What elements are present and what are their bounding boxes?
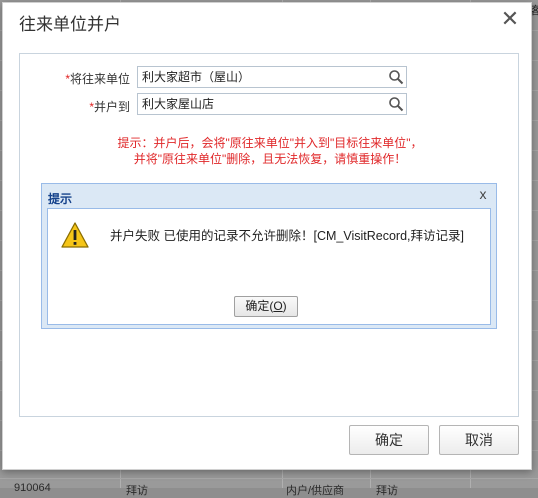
alert-body: 并户失败 已使用的记录不允许删除！[CM_VisitRecord,拜访记录] 确…: [47, 208, 491, 325]
background-cell: 拜访: [126, 485, 148, 497]
dialog-title: 往来单位并户: [19, 15, 121, 34]
alert-close-icon[interactable]: x: [476, 187, 490, 201]
warning-icon: [61, 222, 89, 248]
hint-line-1: 提示：并户后，会将"原往来单位"并入到"目标往来单位"，: [117, 136, 423, 150]
search-icon[interactable]: [388, 69, 404, 85]
alert-ok-button[interactable]: 确定(O): [234, 296, 298, 317]
merge-dialog: 往来单位并户 ✕ *将往来单位 利大家超市（屋山） *并户到 利大家屋山店 提示…: [2, 2, 532, 470]
confirm-button[interactable]: 确定: [349, 425, 429, 455]
background-cell: 拜访: [376, 485, 398, 497]
source-unit-field[interactable]: 利大家超市（屋山）: [137, 66, 407, 88]
alert-message: 并户失败 已使用的记录不允许删除！[CM_VisitRecord,拜访记录]: [110, 229, 464, 243]
target-unit-value: 利大家屋山店: [142, 97, 215, 111]
content-panel: *将往来单位 利大家超市（屋山） *并户到 利大家屋山店 提示：并户后，会将"原…: [19, 53, 519, 417]
search-icon[interactable]: [388, 96, 404, 112]
hint-line-2: 并将"原往来单位"删除，且无法恢复，请慎重操作！: [133, 152, 407, 166]
alert-window: 提示 x 并户失败 已使用的记录不允许删除！[CM_VisitRecord,拜访…: [41, 183, 497, 329]
background-cell: 内户/供应商: [286, 485, 345, 497]
background-cell: 910064: [14, 482, 51, 494]
cancel-button[interactable]: 取消: [439, 425, 519, 455]
target-unit-field[interactable]: 利大家屋山店: [137, 93, 407, 115]
source-unit-value: 利大家超市（屋山）: [142, 70, 251, 84]
close-icon[interactable]: ✕: [499, 8, 521, 30]
background-row: 910064 拜访 内户/供应商 拜访: [0, 470, 538, 497]
source-unit-label: *将往来单位: [65, 72, 130, 86]
alert-title: 提示: [48, 192, 73, 206]
target-unit-label: *并户到: [89, 100, 130, 114]
